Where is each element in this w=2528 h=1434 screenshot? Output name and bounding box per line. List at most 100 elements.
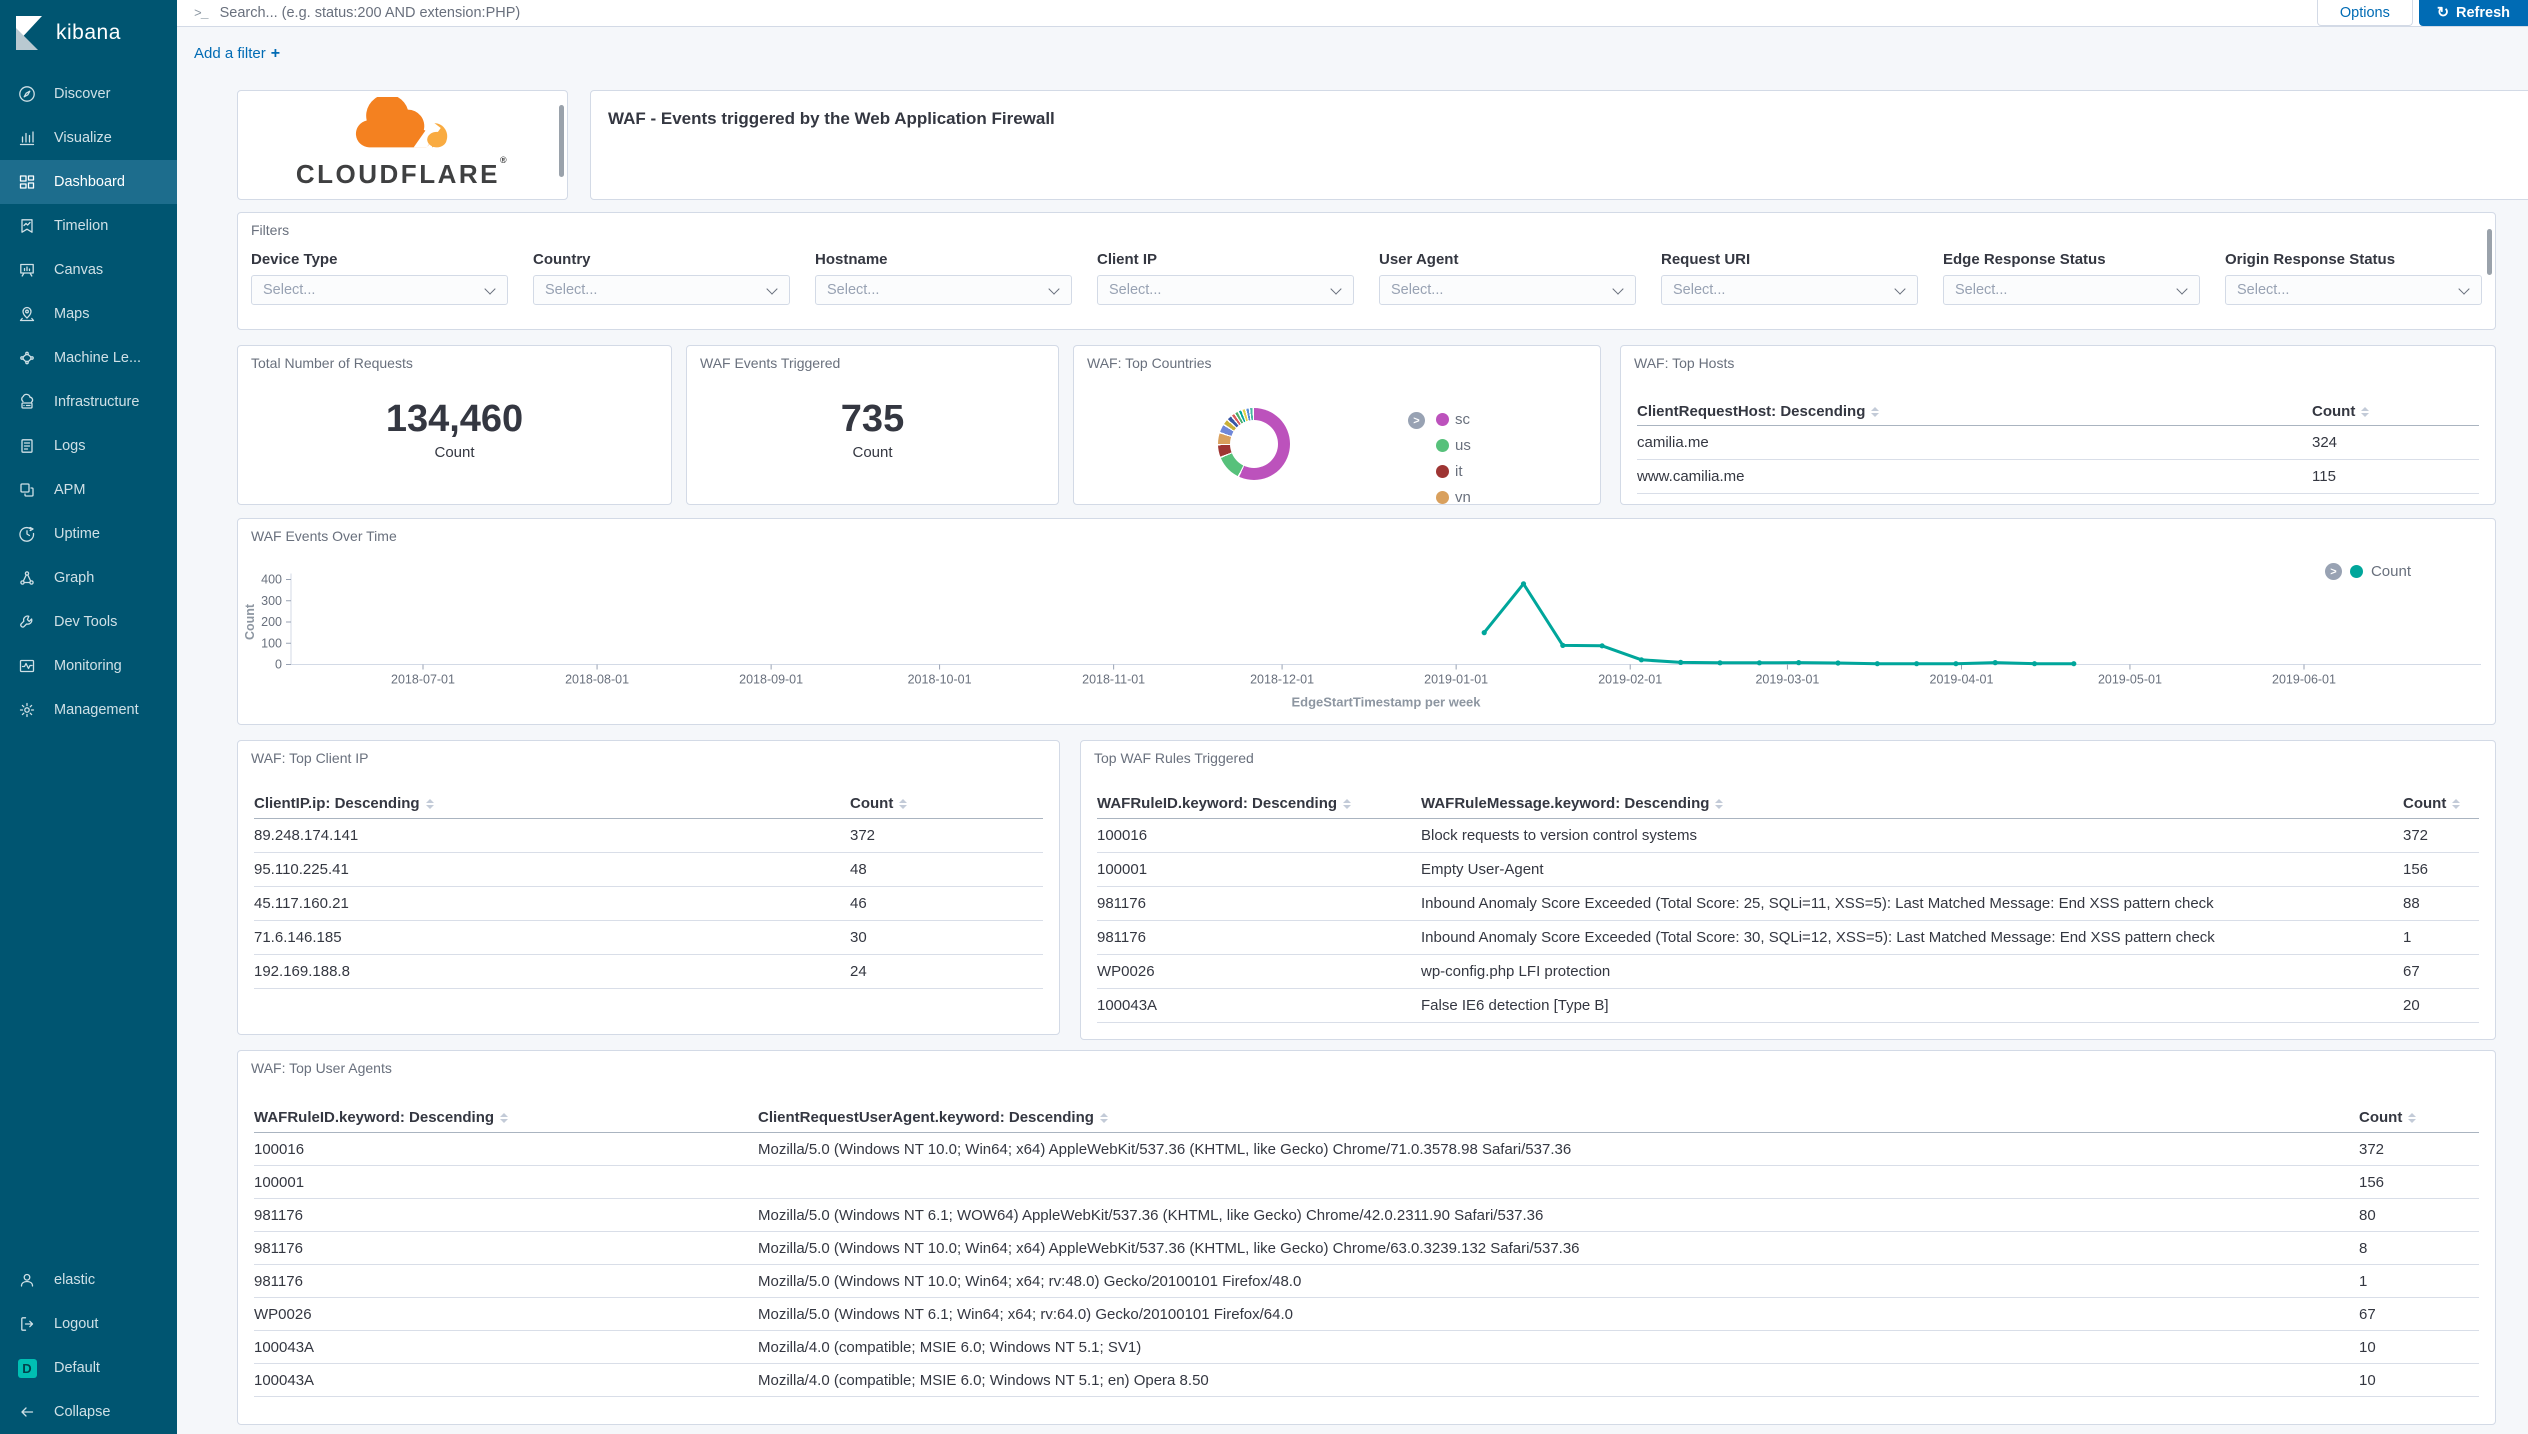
table-row: 981176Mozilla/5.0 (Windows NT 6.1; WOW64…: [254, 1199, 2479, 1232]
table-cell: 115: [2312, 468, 2479, 485]
metric-total-requests-panel: Total Number of Requests 134,460 Count: [237, 345, 672, 505]
plus-icon: +: [271, 45, 280, 62]
filter-select[interactable]: Select...: [1097, 275, 1354, 305]
legend-item-vn[interactable]: vn: [1436, 484, 1471, 505]
sort-icon[interactable]: [426, 799, 434, 809]
sidebar-item-graph[interactable]: Graph: [0, 556, 177, 600]
table-row: WP0026wp-config.php LFI protection67: [1097, 955, 2479, 989]
sort-icon[interactable]: [899, 799, 907, 809]
sort-icon[interactable]: [500, 1113, 508, 1123]
search-input[interactable]: [218, 4, 2317, 22]
filter-select[interactable]: Select...: [1661, 275, 1918, 305]
add-filter-link[interactable]: Add a filter+: [194, 45, 280, 63]
table-cell: 100001: [254, 1174, 758, 1191]
panel-scrollbar[interactable]: [2487, 229, 2492, 275]
table-cell: 981176: [254, 1207, 758, 1224]
filter-select[interactable]: Select...: [251, 275, 508, 305]
column-header[interactable]: Count: [2403, 795, 2479, 812]
svg-text:2019-03-01: 2019-03-01: [1755, 673, 1819, 687]
column-header[interactable]: WAFRuleID.keyword: Descending: [1097, 795, 1421, 812]
sidebar-item-apm[interactable]: APM: [0, 468, 177, 512]
column-header[interactable]: WAFRuleID.keyword: Descending: [254, 1109, 758, 1126]
sidebar-nav: DiscoverVisualize Dashboard TimelionCanvas…: [0, 72, 177, 732]
sidebar-item-label: Graph: [54, 570, 94, 586]
metric-unit: Count: [238, 444, 671, 461]
sidebar-item-uptime[interactable]: Uptime: [0, 512, 177, 556]
legend-item-it[interactable]: it: [1436, 458, 1471, 484]
sidebar-item-dev-tools[interactable]: Dev Tools: [0, 600, 177, 644]
refresh-button[interactable]: ↻ Refresh: [2419, 0, 2528, 26]
sidebar-item-canvas[interactable]: Canvas: [0, 248, 177, 292]
sidebar-item-elastic[interactable]: elastic: [0, 1258, 177, 1302]
apm-icon: [17, 480, 37, 500]
legend-label[interactable]: Count: [2371, 563, 2411, 580]
sidebar-item-maps[interactable]: Maps: [0, 292, 177, 336]
select-placeholder: Select...: [263, 282, 315, 298]
filter-field-edge-response-status: Edge Response StatusSelect...: [1943, 251, 2200, 305]
sort-icon[interactable]: [1715, 799, 1723, 809]
sort-icon[interactable]: [1343, 799, 1351, 809]
table-cell: Inbound Anomaly Score Exceeded (Total Sc…: [1421, 895, 2403, 912]
table-cell: 8: [2359, 1240, 2479, 1257]
table-cell: Mozilla/5.0 (Windows NT 10.0; Win64; x64…: [758, 1273, 2359, 1290]
kibana-logo[interactable]: kibana: [0, 0, 177, 64]
table-cell: WP0026: [1097, 963, 1421, 980]
sidebar-item-label: Dashboard: [54, 174, 125, 190]
column-header[interactable]: ClientRequestHost: Descending: [1637, 403, 2312, 420]
filter-field-user-agent: User AgentSelect...: [1379, 251, 1636, 305]
sort-icon[interactable]: [2408, 1113, 2416, 1123]
sidebar-item-dashboard[interactable]: Dashboard: [0, 160, 177, 204]
table-row: 45.117.160.2146: [254, 887, 1043, 921]
column-header[interactable]: ClientRequestUserAgent.keyword: Descendi…: [758, 1109, 2359, 1126]
svg-text:0: 0: [275, 658, 282, 672]
svg-text:2019-02-01: 2019-02-01: [1598, 673, 1662, 687]
sidebar-item-logs[interactable]: Logs: [0, 424, 177, 468]
sort-icon[interactable]: [2361, 407, 2369, 417]
countries-donut-chart[interactable]: [1218, 408, 1290, 480]
sidebar-item-machine-le[interactable]: Machine Le...: [0, 336, 177, 380]
sidebar-item-timelion[interactable]: Timelion: [0, 204, 177, 248]
sort-icon[interactable]: [1871, 407, 1879, 417]
sort-icon[interactable]: [1100, 1113, 1108, 1123]
legend-item-sc[interactable]: sc: [1436, 406, 1471, 432]
options-button[interactable]: Options: [2317, 0, 2413, 26]
column-header[interactable]: WAFRuleMessage.keyword: Descending: [1421, 795, 2403, 812]
column-header[interactable]: Count: [850, 795, 1043, 812]
sidebar-item-visualize[interactable]: Visualize: [0, 116, 177, 160]
sidebar-item-infrastructure[interactable]: Infrastructure: [0, 380, 177, 424]
table-cell: 95.110.225.41: [254, 861, 850, 878]
column-header[interactable]: Count: [2312, 403, 2479, 420]
chevron-down-icon: [1330, 283, 1341, 294]
exit-icon: [17, 1314, 37, 1334]
legend-item-us[interactable]: us: [1436, 432, 1471, 458]
panel-scrollbar[interactable]: [559, 105, 564, 177]
sidebar-item-collapse[interactable]: Collapse: [0, 1390, 177, 1434]
table-row: 100043AMozilla/4.0 (compatible; MSIE 6.0…: [254, 1364, 2479, 1397]
ml-icon: [17, 348, 37, 368]
events-line-chart: 01002003004002018-07-012018-08-012018-09…: [238, 519, 2495, 724]
sidebar-item-management[interactable]: Management: [0, 688, 177, 732]
uptime-icon: [17, 524, 37, 544]
filter-select[interactable]: Select...: [1379, 275, 1636, 305]
legend-collapse-icon[interactable]: >: [1408, 412, 1425, 429]
filter-select[interactable]: Select...: [2225, 275, 2482, 305]
legend-collapse-icon[interactable]: >: [2325, 563, 2342, 580]
column-header[interactable]: Count: [2359, 1109, 2479, 1126]
select-placeholder: Select...: [1391, 282, 1443, 298]
filter-select[interactable]: Select...: [1943, 275, 2200, 305]
sidebar-item-monitoring[interactable]: Monitoring: [0, 644, 177, 688]
filter-select[interactable]: Select...: [533, 275, 790, 305]
column-header[interactable]: ClientIP.ip: Descending: [254, 795, 850, 812]
sidebar-item-discover[interactable]: Discover: [0, 72, 177, 116]
metric-waf-events-panel: WAF Events Triggered 735 Count: [686, 345, 1059, 505]
table-cell: 1: [2359, 1273, 2479, 1290]
panel-title: Filters: [251, 222, 289, 238]
table-cell: wp-config.php LFI protection: [1421, 963, 2403, 980]
table-cell: 45.117.160.21: [254, 895, 850, 912]
filter-select[interactable]: Select...: [815, 275, 1072, 305]
sidebar-item-label: Machine Le...: [54, 350, 141, 366]
canvas-icon: [17, 260, 37, 280]
sort-icon[interactable]: [2452, 799, 2460, 809]
sidebar-item-logout[interactable]: Logout: [0, 1302, 177, 1346]
sidebar-item-default[interactable]: DDefault: [0, 1346, 177, 1390]
